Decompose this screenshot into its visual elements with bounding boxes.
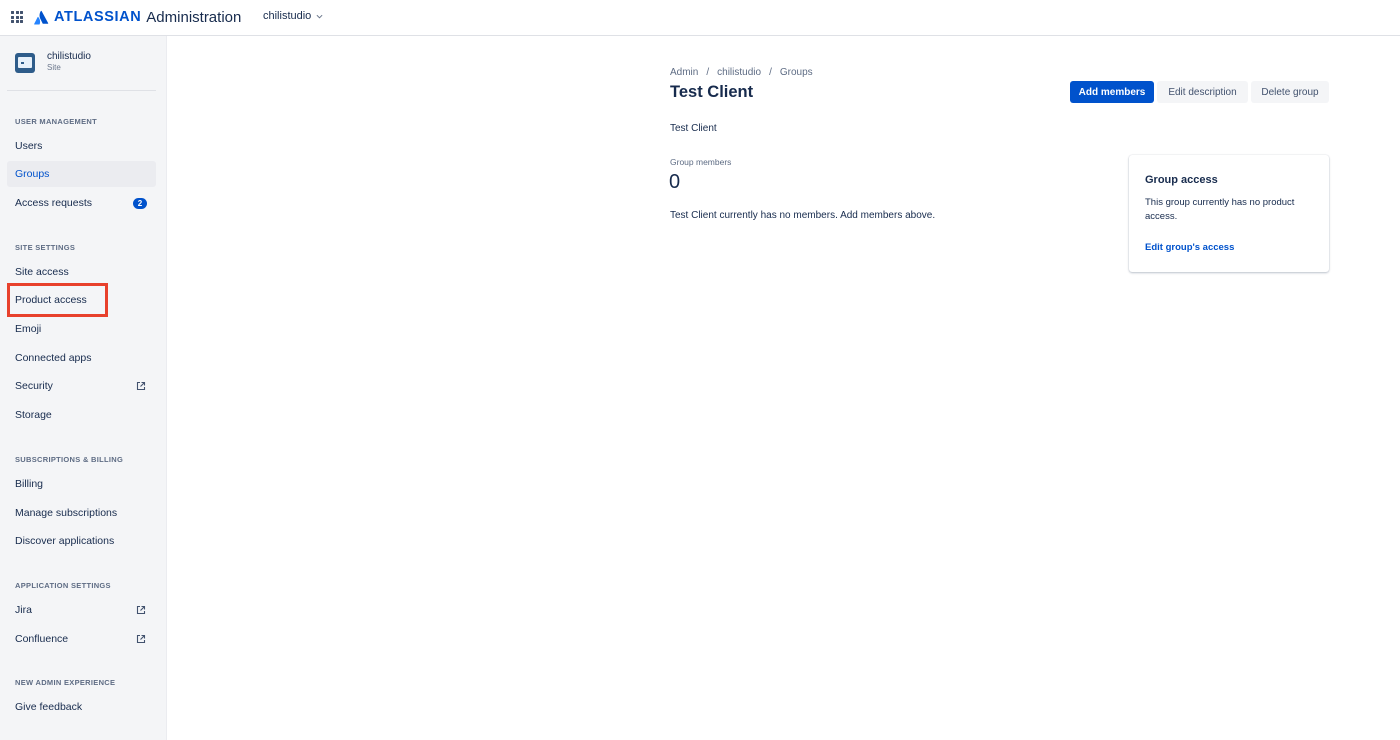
sidebar-item-product-access[interactable]: Product access bbox=[7, 287, 156, 313]
page-title: Test Client bbox=[670, 83, 754, 101]
group-description: Test Client bbox=[670, 123, 717, 134]
sidebar-item-label: Security bbox=[15, 380, 53, 392]
breadcrumb: Admin / chilistudio / Groups bbox=[670, 67, 813, 78]
external-link-icon bbox=[136, 381, 146, 391]
group-access-title: Group access bbox=[1145, 174, 1218, 186]
sidebar-item-users[interactable]: Users bbox=[7, 133, 156, 159]
breadcrumb-separator: / bbox=[706, 67, 710, 78]
sidebar-item-give-feedback[interactable]: Give feedback bbox=[7, 694, 156, 720]
sidebar-item-emoji[interactable]: Emoji bbox=[7, 316, 156, 342]
group-members-empty-message: Test Client currently has no members. Ad… bbox=[670, 210, 936, 221]
sidebar-item-storage[interactable]: Storage bbox=[7, 402, 156, 428]
app-switcher-icon[interactable] bbox=[11, 11, 23, 23]
sidebar-item-billing[interactable]: Billing bbox=[7, 471, 156, 497]
brand-name: ATLASSIAN bbox=[54, 9, 142, 25]
sidebar-item-discover-applications[interactable]: Discover applications bbox=[7, 528, 156, 554]
sidebar-divider bbox=[7, 90, 156, 91]
site-card: chilistudio Site bbox=[15, 51, 91, 73]
section-site-settings: SITE SETTINGS bbox=[15, 243, 76, 252]
site-name: chilistudio bbox=[47, 51, 91, 62]
access-requests-badge: 2 bbox=[133, 198, 147, 209]
section-new-admin-experience: NEW ADMIN EXPERIENCE bbox=[15, 678, 116, 687]
section-user-management: USER MANAGEMENT bbox=[15, 117, 98, 126]
top-navigation-bar: ATLASSIAN Administration chilistudio bbox=[0, 0, 1400, 36]
breadcrumb-groups[interactable]: Groups bbox=[780, 67, 813, 78]
edit-description-button[interactable]: Edit description bbox=[1157, 81, 1248, 103]
sidebar-item-access-requests[interactable]: Access requests 2 bbox=[7, 190, 156, 216]
site-switcher-label: chilistudio bbox=[263, 10, 312, 22]
chevron-down-icon bbox=[316, 14, 323, 19]
sidebar-item-label: Confluence bbox=[15, 633, 69, 645]
group-members-count: 0 bbox=[669, 171, 681, 193]
product-name: Administration bbox=[146, 8, 242, 26]
sidebar: chilistudio Site USER MANAGEMENT Users G… bbox=[0, 36, 167, 740]
sidebar-item-connected-apps[interactable]: Connected apps bbox=[7, 345, 156, 371]
site-type: Site bbox=[47, 63, 61, 72]
sidebar-item-site-access[interactable]: Site access bbox=[7, 259, 156, 285]
section-application-settings: APPLICATION SETTINGS bbox=[15, 581, 111, 590]
group-access-card: Group access This group currently has no… bbox=[1129, 155, 1329, 272]
section-subscriptions-billing: SUBSCRIPTIONS & BILLING bbox=[15, 455, 124, 464]
delete-group-button[interactable]: Delete group bbox=[1251, 81, 1329, 103]
atlassian-mark-icon bbox=[34, 10, 49, 25]
atlassian-logo[interactable]: ATLASSIAN Administration bbox=[34, 8, 241, 26]
breadcrumb-separator: / bbox=[769, 67, 772, 78]
sidebar-item-confluence[interactable]: Confluence bbox=[7, 626, 156, 652]
sidebar-item-groups[interactable]: Groups bbox=[7, 161, 156, 187]
breadcrumb-site[interactable]: chilistudio bbox=[717, 67, 761, 78]
site-switcher-dropdown[interactable]: chilistudio bbox=[263, 10, 323, 22]
group-access-text: This group currently has no product acce… bbox=[1145, 197, 1295, 222]
external-link-icon bbox=[136, 634, 146, 644]
sidebar-item-label: Jira bbox=[15, 604, 32, 616]
breadcrumb-admin[interactable]: Admin bbox=[670, 67, 698, 78]
add-members-button[interactable]: Add members bbox=[1070, 81, 1154, 103]
group-members-label: Group members bbox=[670, 157, 732, 167]
external-link-icon bbox=[136, 605, 146, 615]
sidebar-item-manage-subscriptions[interactable]: Manage subscriptions bbox=[7, 500, 156, 526]
sidebar-item-label: Access requests bbox=[15, 197, 93, 209]
sidebar-item-jira[interactable]: Jira bbox=[7, 597, 156, 623]
sidebar-item-security[interactable]: Security bbox=[7, 373, 156, 399]
edit-group-access-link[interactable]: Edit group's access bbox=[1145, 242, 1234, 253]
site-avatar-icon bbox=[15, 53, 35, 73]
